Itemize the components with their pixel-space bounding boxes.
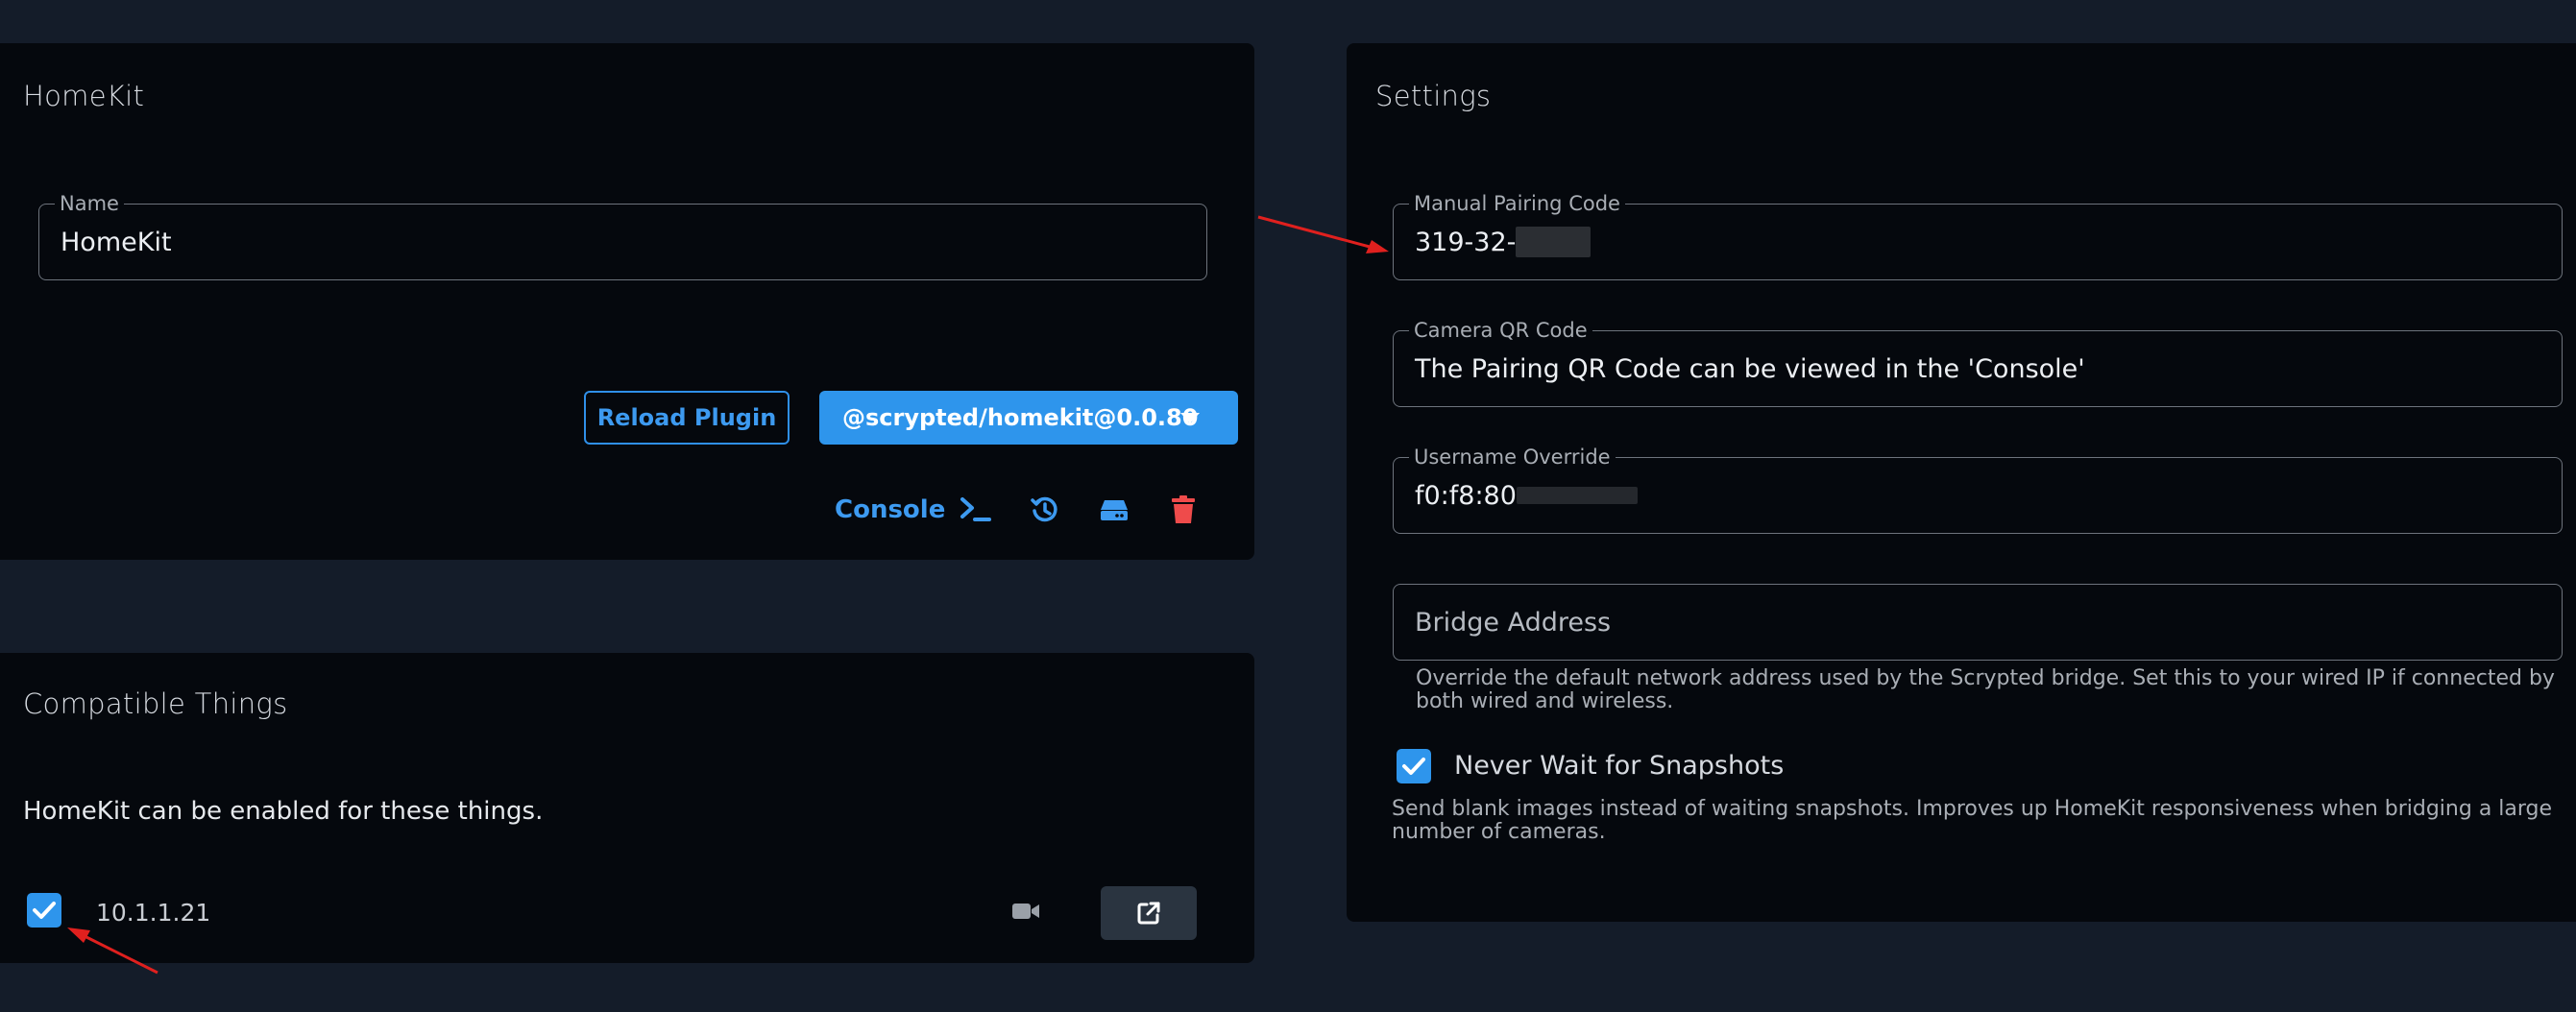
plugin-card: HomeKit Name HomeKit Reload Plugin @scry… [0, 43, 1254, 560]
redacted-block [1516, 227, 1592, 257]
plugin-version-label: @scrypted/homekit@0.0.80 [842, 404, 1199, 431]
history-icon[interactable] [1026, 491, 1064, 529]
never-wait-snapshots-checkbox[interactable] [1397, 749, 1431, 783]
plugin-version-dropdown[interactable]: @scrypted/homekit@0.0.80 [819, 391, 1238, 445]
pairing-code-field[interactable]: Manual Pairing Code 319-32- [1393, 192, 2563, 280]
open-external-button[interactable] [1101, 886, 1197, 940]
check-icon [33, 902, 56, 919]
username-override-value[interactable]: f0:f8:80 [1415, 458, 1638, 533]
never-wait-snapshots-help: Send blank images instead of waiting sna… [1392, 797, 2553, 844]
pairing-code-text: 319-32- [1415, 227, 1517, 257]
chevron-down-icon [1180, 413, 1200, 423]
check-icon [1402, 758, 1425, 775]
compatible-things-title: Compatible Things [23, 687, 288, 720]
console-link[interactable]: Console [835, 495, 945, 524]
username-override-field[interactable]: Username Override f0:f8:80 [1393, 446, 2563, 534]
pairing-code-value[interactable]: 319-32- [1415, 205, 1592, 279]
name-field-value[interactable]: HomeKit [61, 205, 172, 279]
reload-plugin-button[interactable]: Reload Plugin [584, 391, 790, 445]
plugin-card-title: HomeKit [23, 80, 145, 112]
settings-card: Settings Manual Pairing Code 319-32- Cam… [1347, 43, 2576, 922]
thing-label: 10.1.1.21 [96, 899, 211, 927]
bridge-address-help: Override the default network address use… [1416, 666, 2555, 713]
never-wait-snapshots-label: Never Wait for Snapshots [1454, 751, 1785, 781]
open-external-icon [1137, 902, 1160, 925]
thing-enabled-checkbox[interactable] [27, 893, 61, 928]
compatible-things-description: HomeKit can be enabled for these things. [23, 797, 544, 826]
compatible-things-card: Compatible Things HomeKit can be enabled… [0, 653, 1254, 963]
username-override-text: f0:f8:80 [1415, 480, 1517, 511]
storage-icon[interactable] [1095, 491, 1133, 529]
qr-code-value[interactable]: The Pairing QR Code can be viewed in the… [1415, 331, 2085, 406]
settings-title: Settings [1375, 80, 1492, 112]
redacted-block [1516, 487, 1638, 504]
bridge-address-field[interactable]: Bridge Address [1393, 584, 2563, 661]
terminal-icon[interactable] [957, 491, 995, 529]
name-field[interactable]: Name HomeKit [38, 192, 1207, 280]
camera-icon [1007, 892, 1045, 930]
delete-icon[interactable] [1164, 491, 1203, 529]
bridge-address-placeholder[interactable]: Bridge Address [1415, 585, 1611, 660]
qr-code-field[interactable]: Camera QR Code The Pairing QR Code can b… [1393, 319, 2563, 407]
